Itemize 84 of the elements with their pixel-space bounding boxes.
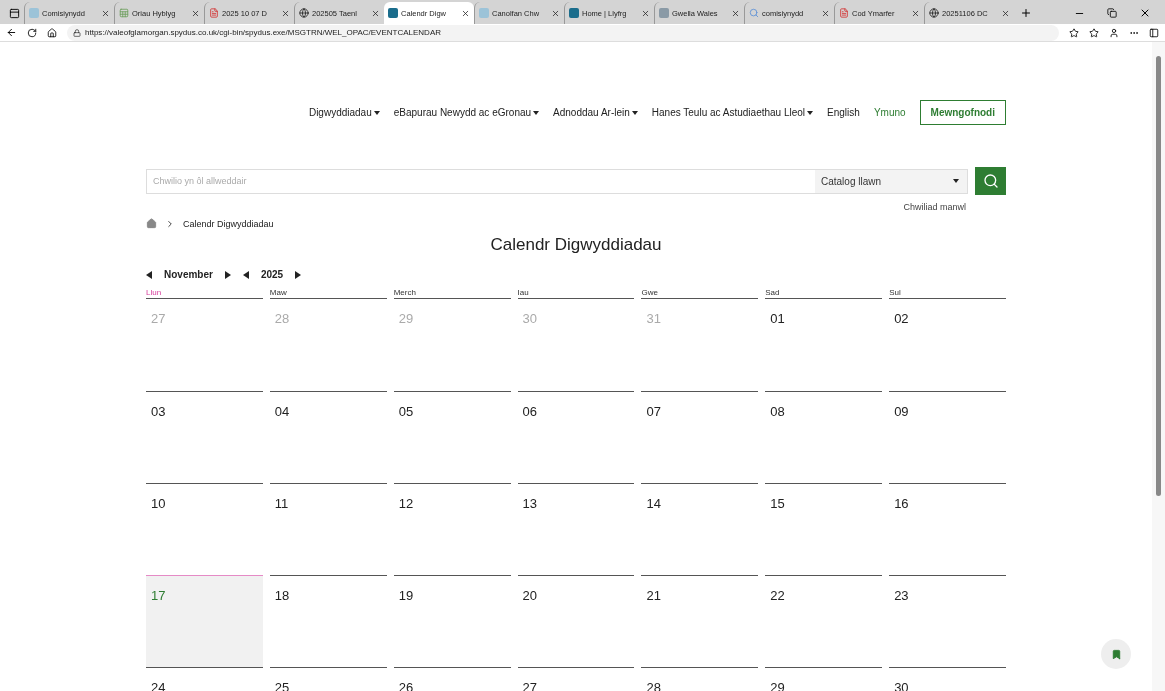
day-cell[interactable]: 21 [641, 575, 759, 667]
library-logo-icon [569, 8, 579, 18]
library-logo-icon [388, 8, 398, 18]
next-year-icon[interactable] [295, 270, 302, 279]
nav-menu[interactable]: Adnoddau Ar-lein [553, 107, 638, 118]
favorites-icon[interactable] [1089, 27, 1099, 38]
day-cell[interactable]: 08 [765, 391, 883, 483]
address-bar[interactable]: https://valeofglamorgan.spydus.co.uk/cgi-bin/spydus.exe/MSGTRN/WEL_OPAC/EVENTCALENDAR [67, 24, 1059, 41]
day-cell[interactable]: 16 [889, 483, 1006, 575]
back-icon[interactable] [6, 27, 17, 38]
nav-menu[interactable]: Hanes Teulu ac Astudiaethau Lleol [651, 107, 814, 118]
close-icon[interactable] [731, 8, 740, 18]
page-title: Calendr Digwyddiadau [489, 235, 663, 255]
close-icon[interactable] [461, 8, 470, 18]
day-cell[interactable]: 05 [393, 391, 511, 483]
sidebar-icon[interactable] [1149, 27, 1159, 38]
scrollbar[interactable] [1152, 42, 1165, 691]
day-cell[interactable]: 18 [269, 575, 387, 667]
close-icon[interactable] [1001, 8, 1010, 18]
next-month-icon[interactable] [224, 270, 231, 279]
previous-year-icon[interactable] [242, 270, 249, 279]
nav-menu[interactable]: eBapurau Newydd ac eGronau [393, 107, 540, 118]
pdf-icon [839, 8, 849, 18]
close-icon[interactable] [281, 8, 290, 18]
day-cell[interactable]: 17 [146, 575, 263, 667]
close-icon[interactable] [551, 8, 560, 18]
bookmark-icon [1110, 648, 1122, 660]
refresh-icon[interactable] [27, 27, 37, 38]
search-field[interactable]: Chwilio yn ôl allweddair Catalog llawn [146, 168, 968, 194]
url-text: https://valeofglamorgan.spydus.co.uk/cgi-bin/spydus.exe/MSGTRN/WEL_OPAC/EVENTCALENDAR [85, 28, 441, 37]
weekday-header: Merch [393, 288, 511, 299]
advanced-search-link[interactable]: Chwiliad manwl [903, 202, 966, 212]
day-cell[interactable]: 19 [393, 575, 511, 667]
previous-month-icon[interactable] [146, 270, 152, 279]
globe-icon [299, 8, 309, 18]
day-cell[interactable]: 22 [765, 575, 883, 667]
close-icon[interactable] [191, 8, 200, 18]
restore-icon[interactable] [1107, 8, 1117, 18]
profile-icon[interactable] [1109, 27, 1119, 38]
day-cell[interactable]: 03 [146, 391, 263, 483]
close-icon[interactable] [641, 8, 650, 18]
search-icon [749, 8, 759, 18]
day-cell[interactable]: 20 [517, 575, 635, 667]
login-button[interactable]: Mewngofnodi [919, 100, 1006, 125]
close-icon[interactable] [371, 8, 380, 18]
lock-icon [73, 28, 81, 37]
weekday-header: Gwe [641, 288, 759, 299]
day-cell[interactable]: 23 [889, 575, 1006, 667]
nav-menu[interactable]: Digwyddiadau [308, 107, 380, 118]
close-icon[interactable] [821, 8, 830, 18]
weekday-header: Iau [517, 288, 635, 299]
weekday-header: Llun [146, 288, 263, 299]
day-cell[interactable]: 01 [765, 299, 883, 391]
home-icon[interactable] [47, 27, 57, 38]
pdf-icon [209, 8, 219, 18]
favorite-star-icon[interactable] [1069, 27, 1079, 38]
nav-link[interactable]: Ymuno [873, 107, 906, 118]
search-icon [982, 173, 999, 189]
bookmark-button[interactable] [1101, 639, 1131, 669]
chevron-icon [165, 218, 175, 229]
weekday-header: Sul [889, 288, 1006, 299]
month-label: November [164, 269, 213, 280]
search-button[interactable] [975, 167, 1006, 195]
year-label: 2025 [260, 269, 284, 280]
day-cell[interactable]: 14 [641, 483, 759, 575]
weekday-header: Sad [765, 288, 883, 299]
day-cell[interactable]: 04 [269, 391, 387, 483]
close-icon[interactable] [101, 8, 110, 18]
catalog-dropdown[interactable]: Catalog llawn [815, 169, 967, 193]
day-cell[interactable]: 09 [889, 391, 1006, 483]
day-cell[interactable]: 02 [889, 299, 1006, 391]
day-cell[interactable]: 11 [269, 483, 387, 575]
sheet-icon [119, 8, 129, 18]
day-cell[interactable]: 06 [517, 391, 635, 483]
breadcrumb-current: Calendr Digwyddiadau [183, 218, 274, 229]
day-cell[interactable]: 07 [641, 391, 759, 483]
day-cell[interactable]: 12 [393, 483, 511, 575]
weekday-header: Maw [269, 288, 387, 299]
day-cell[interactable]: 13 [517, 483, 635, 575]
globe-icon [929, 8, 939, 18]
nav-link[interactable]: English [827, 107, 860, 118]
day-cell[interactable]: 15 [765, 483, 883, 575]
close-icon[interactable] [1139, 7, 1151, 19]
close-icon[interactable] [911, 8, 920, 18]
